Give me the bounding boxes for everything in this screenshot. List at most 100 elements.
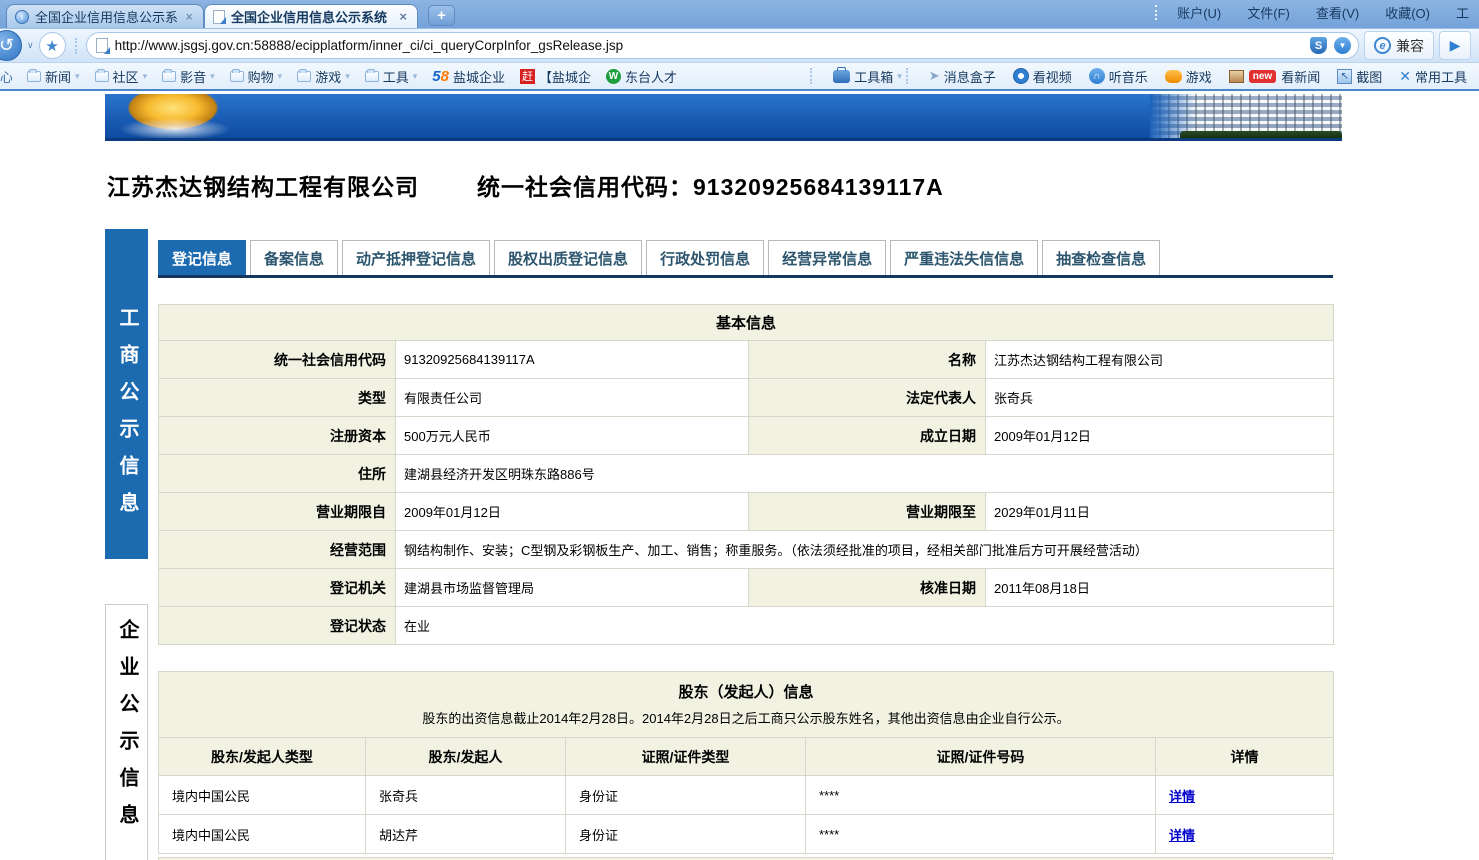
compatibility-mode-button[interactable]: e 兼容 [1364,31,1434,60]
favorites-star-button[interactable]: ★ [39,32,66,59]
bookmark-folder[interactable]: 社区▾ [95,67,148,86]
clipped-bookmark-item[interactable]: 心 [0,67,12,86]
field-label: 统一社会信用代码 [159,341,396,379]
bookmark-folder-label: 游戏 [315,67,341,86]
shareholder-cell: 境内中国公民 [159,776,366,815]
bookmark-link[interactable]: W东台人才 [606,67,677,86]
window-menu-item[interactable]: 工 [1456,3,1469,22]
browser-tool-label: 常用工具 [1415,67,1467,86]
bookmark-folder[interactable]: 游戏▾ [297,67,350,86]
field-label: 成立日期 [749,417,986,455]
browser-tool-music[interactable]: ∩听音乐 [1089,67,1148,86]
bookmark-folder-label: 影音 [180,67,206,86]
browser-tool-game[interactable]: 游戏 [1165,67,1212,86]
url-text[interactable]: http://www.jsgsj.gov.cn:58888/ecipplatfo… [115,38,1303,53]
browser-tools: 工具箱▾ ➤消息盒子看视频 ∩听音乐游戏 new看新闻 ↖截图 ✕常用工具 [806,67,1467,86]
window-menu-item[interactable]: 收藏(O) [1385,3,1430,22]
browser-tool-label: 消息盒子 [944,67,996,86]
browser-tool-message[interactable]: ➤消息盒子 [929,67,996,86]
new-tab-button[interactable]: + [428,5,455,26]
go-button[interactable]: ▶ [1439,31,1471,60]
browser-window: i全国企业信用信息公示系...× 全国企业信用信息公示系统 × + 账户(U) 文件(… [0,0,1479,91]
back-button[interactable]: ↺ [0,30,22,61]
browser-tab-bar: i全国企业信用信息公示系...× 全国企业信用信息公示系统 × + 账户(U) 文件(… [0,0,1479,28]
security-shield-icon[interactable]: S [1310,37,1327,54]
basic-info-row: 经营范围钢结构制作、安装；C型钢及彩钢板生产、加工、销售；称重服务。（依法须经批… [159,531,1334,569]
window-menu-item[interactable]: 查看(V) [1316,3,1359,22]
section-tab[interactable]: 备案信息 [250,240,338,275]
document-favicon-icon [213,10,225,24]
browser-tab-title: 全国企业信用信息公示系统 [231,7,391,26]
basic-info-row: 注册资本500万元人民币成立日期2009年01月12日 [159,417,1334,455]
bookmark-folder[interactable]: 购物▾ [230,67,283,86]
field-value: 在业 [396,607,1334,645]
field-label: 登记状态 [159,607,396,645]
section-tab-bar: 登记信息备案信息动产抵押登记信息股权出质登记信息行政处罚信息经营异常信息严重违法… [158,240,1333,278]
back-history-chevron-icon[interactable]: ∨ [27,40,34,51]
section-tab[interactable]: 动产抵押登记信息 [342,240,490,275]
bookmark-link[interactable]: 58盐城企业 [432,67,505,86]
tab-close-icon[interactable]: × [397,9,409,24]
field-value: 张奇兵 [986,379,1334,417]
bookmark-folder[interactable]: 新闻▾ [27,67,80,86]
detail-link[interactable]: 详情 [1169,828,1195,843]
browser-tab-strip: i全国企业信用信息公示系...× 全国企业信用信息公示系统 × [6,4,418,28]
url-dropdown-icon[interactable]: ▼ [1334,37,1351,54]
url-field[interactable]: http://www.jsgsj.gov.cn:58888/ecipplatfo… [86,32,1359,59]
section-tab[interactable]: 经营异常信息 [768,240,886,275]
section-tab[interactable]: 行政处罚信息 [646,240,764,275]
browser-tool-video[interactable]: 看视频 [1013,67,1072,86]
shareholder-cell: 身份证 [566,776,806,815]
window-menu-item[interactable]: 账户(U) [1177,3,1221,22]
section-tab[interactable]: 严重违法失信信息 [890,240,1038,275]
basic-info-row: 登记机关建湖县市场监督管理局核准日期2011年08月18日 [159,569,1334,607]
browser-tool-tools[interactable]: ✕常用工具 [1399,67,1467,86]
message-icon: ➤ [929,68,940,84]
browser-tool-news[interactable]: new看新闻 [1229,67,1320,86]
bookmark-folder[interactable]: 工具▾ [365,67,418,86]
sidebar-item-business-publicity[interactable]: 工商公示信息 [105,229,148,559]
compatibility-label: 兼容 [1396,36,1424,56]
detail-link[interactable]: 详情 [1169,789,1195,804]
shareholder-cell: 境内中国公民 [159,815,366,854]
bookmark-link-label: 【盐城企 [539,67,591,86]
basic-info-row: 统一社会信用代码91320925684139117A名称江苏杰达钢结构工程有限公… [159,341,1334,379]
tab-close-icon[interactable]: × [183,9,195,24]
sidebar-item-enterprise-publicity[interactable]: 企业公示信息 [105,604,148,860]
field-value: 91320925684139117A [396,341,749,379]
shareholder-cell: **** [806,776,1156,815]
browser-tool-label: 截图 [1356,67,1382,86]
shareholder-row: 境内中国公民张奇兵身份证****详情 [159,776,1334,815]
bookmark-link[interactable]: 赶【盐城企 [520,67,591,86]
field-value: 建湖县市场监督管理局 [396,569,749,607]
new-badge: new [1249,70,1276,83]
window-menu-item[interactable]: 文件(F) [1247,3,1290,22]
section-tab[interactable]: 股权出质登记信息 [494,240,642,275]
shareholder-row: 境内中国公民胡达芹身份证****详情 [159,815,1334,854]
bookmark-folder[interactable]: 影音▾ [162,67,215,86]
field-label: 法定代表人 [749,379,986,417]
field-value: 2009年01月12日 [986,417,1334,455]
basic-info-caption-row: 基本信息 [159,305,1334,341]
browser-tab[interactable]: i全国企业信用信息公示系...× [6,4,204,28]
basic-info-row: 营业期限自2009年01月12日营业期限至2029年01月11日 [159,493,1334,531]
browser-tool-capture[interactable]: ↖截图 [1337,67,1382,86]
section-tab[interactable]: 登记信息 [158,240,246,275]
field-label: 营业期限至 [749,493,986,531]
bookmark-folder-label: 购物 [248,67,274,86]
window-menu: 账户(U) 文件(F) 查看(V) 收藏(O) 工 [1155,3,1469,28]
browser-tool-label: 听音乐 [1109,67,1148,86]
column-header: 详情 [1156,738,1334,776]
field-value: 2029年01月11日 [986,493,1334,531]
basic-info-row: 登记状态在业 [159,607,1334,645]
browser-tool-toolbox[interactable]: 工具箱▾ [833,67,902,86]
video-icon [1013,68,1029,84]
column-header: 股东/发起人 [366,738,566,776]
bookmark-folders: 新闻▾ 社区▾ 影音▾ 购物▾ 游戏▾ 工具▾ [12,67,417,86]
section-tab[interactable]: 抽查检查信息 [1042,240,1160,275]
field-label: 类型 [159,379,396,417]
browser-tab[interactable]: 全国企业信用信息公示系统 × [204,4,418,28]
divider [1155,5,1157,20]
browser-tool-label: 工具箱 [854,67,893,86]
field-label: 名称 [749,341,986,379]
